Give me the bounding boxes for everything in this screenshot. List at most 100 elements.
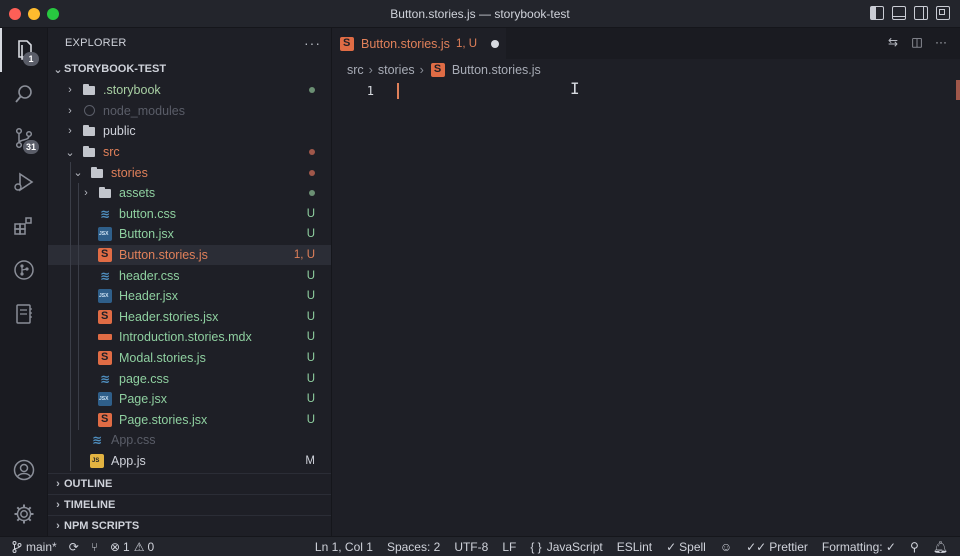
workspace-root[interactable]: ⌄ STORYBOOK-TEST bbox=[48, 58, 331, 80]
settings-gear-icon bbox=[14, 504, 34, 524]
outline-label: OUTLINE bbox=[64, 478, 113, 490]
folder-icon bbox=[82, 124, 96, 138]
storybook-file-icon bbox=[98, 351, 112, 366]
branch-indicator[interactable]: main* bbox=[12, 540, 57, 554]
tree-item-label: public bbox=[103, 124, 136, 139]
sync-indicator[interactable]: ⟳ bbox=[69, 540, 79, 554]
tree-item[interactable]: ⌄ stories bbox=[48, 162, 331, 183]
git-status-badge: U bbox=[306, 310, 315, 323]
tree-item[interactable]: Page.jsx U bbox=[48, 388, 331, 410]
toggle-primary-sidebar-icon[interactable] bbox=[870, 6, 884, 20]
tree-item[interactable]: Introduction.stories.mdx U bbox=[48, 327, 331, 348]
tree-item[interactable]: Button.stories.js1, U bbox=[48, 244, 331, 266]
copilot-status[interactable]: ☺ bbox=[720, 540, 732, 554]
customize-layout-icon[interactable] bbox=[936, 6, 950, 20]
cursor-position[interactable]: Ln 1, Col 1 bbox=[315, 540, 373, 554]
indent-guide bbox=[70, 327, 71, 348]
close-window-button[interactable] bbox=[9, 8, 21, 20]
toggle-secondary-sidebar-icon[interactable] bbox=[914, 6, 928, 20]
indent-guide bbox=[70, 265, 71, 286]
prettier-status[interactable]: ✓✓ Prettier bbox=[746, 540, 808, 554]
scrollbar-problem-marker[interactable] bbox=[956, 80, 960, 100]
tree-item[interactable]: › public bbox=[48, 121, 331, 142]
explorer-sidebar: EXPLORER ··· ⌄ STORYBOOK-TEST › .storyboo… bbox=[48, 28, 332, 536]
breadcrumb-src[interactable]: src bbox=[347, 63, 364, 77]
double-check-icon: ✓✓ bbox=[746, 540, 767, 554]
toggle-panel-icon[interactable] bbox=[892, 6, 906, 20]
more-editor-actions-icon[interactable]: ··· bbox=[934, 35, 948, 49]
run-debug-activity[interactable] bbox=[0, 160, 48, 204]
indent-guide bbox=[78, 327, 79, 348]
explorer-title: EXPLORER bbox=[65, 37, 127, 49]
indent-guide bbox=[78, 347, 79, 369]
formatting-status[interactable]: Formatting: ✓ bbox=[822, 540, 896, 554]
editor-actions: ⇆ ◫ ··· bbox=[886, 35, 948, 49]
folder-icon bbox=[98, 186, 112, 200]
pr-indicator[interactable]: ⑂ bbox=[91, 540, 98, 554]
tree-item[interactable]: Header.stories.jsx U bbox=[48, 306, 331, 328]
tree-item[interactable]: Header.jsx U bbox=[48, 285, 331, 307]
code-line[interactable]: 1 I bbox=[332, 79, 960, 101]
tree-item[interactable]: ≋ header.css U bbox=[48, 265, 331, 286]
tree-item[interactable]: ≋ page.css U bbox=[48, 368, 331, 389]
indent-guide bbox=[70, 224, 71, 245]
tree-item[interactable]: ⌄ src bbox=[48, 142, 331, 163]
breadcrumb-file[interactable]: Button.stories.js bbox=[452, 63, 541, 77]
sync-icon: ⟳ bbox=[68, 539, 79, 554]
eslint-status[interactable]: ESLint bbox=[617, 540, 652, 554]
zoom-window-button[interactable] bbox=[47, 8, 59, 20]
spell-status[interactable]: ✓ Spell bbox=[666, 540, 706, 554]
extensions-activity[interactable] bbox=[0, 204, 48, 248]
unsaved-dot-icon[interactable] bbox=[491, 40, 500, 48]
tree-item-label: node_modules bbox=[103, 103, 186, 118]
open-changes-icon[interactable]: ⇆ bbox=[886, 35, 900, 49]
tab-button-stories[interactable]: Button.stories.js 1, U bbox=[332, 28, 506, 59]
timeline-section[interactable]: › TIMELINE bbox=[48, 494, 331, 515]
npm-scripts-section[interactable]: › NPM SCRIPTS bbox=[48, 515, 331, 536]
outline-section[interactable]: › OUTLINE bbox=[48, 473, 331, 494]
encoding[interactable]: UTF-8 bbox=[454, 540, 488, 554]
settings-activity[interactable] bbox=[0, 492, 48, 536]
tree-item[interactable]: › .storybook bbox=[48, 80, 331, 101]
line-number: 1 bbox=[366, 84, 374, 98]
indent-guide bbox=[70, 306, 71, 328]
warning-icon: ⚠ bbox=[133, 539, 145, 554]
tree-item[interactable]: ≋ App.css bbox=[48, 430, 331, 451]
account-activity[interactable] bbox=[0, 448, 48, 492]
tree-item[interactable]: › assets bbox=[48, 182, 331, 204]
language-mode[interactable]: { } JavaScript bbox=[530, 540, 602, 554]
folder-icon bbox=[82, 145, 96, 159]
tab-status: 1, U bbox=[455, 38, 478, 50]
indentation[interactable]: Spaces: 2 bbox=[387, 540, 440, 554]
indent-guide bbox=[78, 203, 79, 225]
source-control-activity[interactable]: 31 bbox=[0, 116, 48, 160]
indent-guide bbox=[70, 203, 71, 225]
git-graph-activity[interactable] bbox=[0, 248, 48, 292]
tree-item-label: page.css bbox=[119, 371, 170, 386]
tree-item[interactable]: › node_modules bbox=[48, 101, 331, 122]
problems-indicator[interactable]: ⊗ 1 ⚠ 0 bbox=[110, 540, 154, 554]
status-dot-icon bbox=[309, 169, 315, 176]
split-editor-icon[interactable]: ◫ bbox=[910, 35, 924, 49]
tree-item[interactable]: Button.jsx U bbox=[48, 224, 331, 245]
feedback-status[interactable]: ⚲ bbox=[910, 540, 919, 554]
minimize-window-button[interactable] bbox=[28, 8, 40, 20]
breadcrumb-stories[interactable]: stories bbox=[378, 63, 415, 77]
end-of-line[interactable]: LF bbox=[502, 540, 516, 554]
search-activity[interactable] bbox=[0, 72, 48, 116]
explorer-activity[interactable]: 1 bbox=[0, 28, 48, 72]
tree-item[interactable]: ≋ button.css U bbox=[48, 203, 331, 225]
language-label: JavaScript bbox=[546, 540, 603, 554]
tree-item[interactable]: App.js M bbox=[48, 450, 331, 472]
tree-item[interactable]: Modal.stories.js U bbox=[48, 347, 331, 369]
notebook-activity[interactable] bbox=[0, 292, 48, 336]
git-status-badge: M bbox=[305, 454, 315, 467]
tree-item-label: App.js bbox=[111, 453, 146, 468]
extensions-icon bbox=[14, 217, 32, 235]
indent-guide bbox=[70, 285, 71, 307]
tree-item[interactable]: Page.stories.jsx U bbox=[48, 409, 331, 431]
storybook-file-icon bbox=[340, 37, 354, 51]
run-debug-icon bbox=[14, 172, 34, 192]
more-actions-icon[interactable]: ··· bbox=[304, 35, 321, 51]
notifications-status[interactable]: 🔔︎ bbox=[933, 540, 948, 554]
